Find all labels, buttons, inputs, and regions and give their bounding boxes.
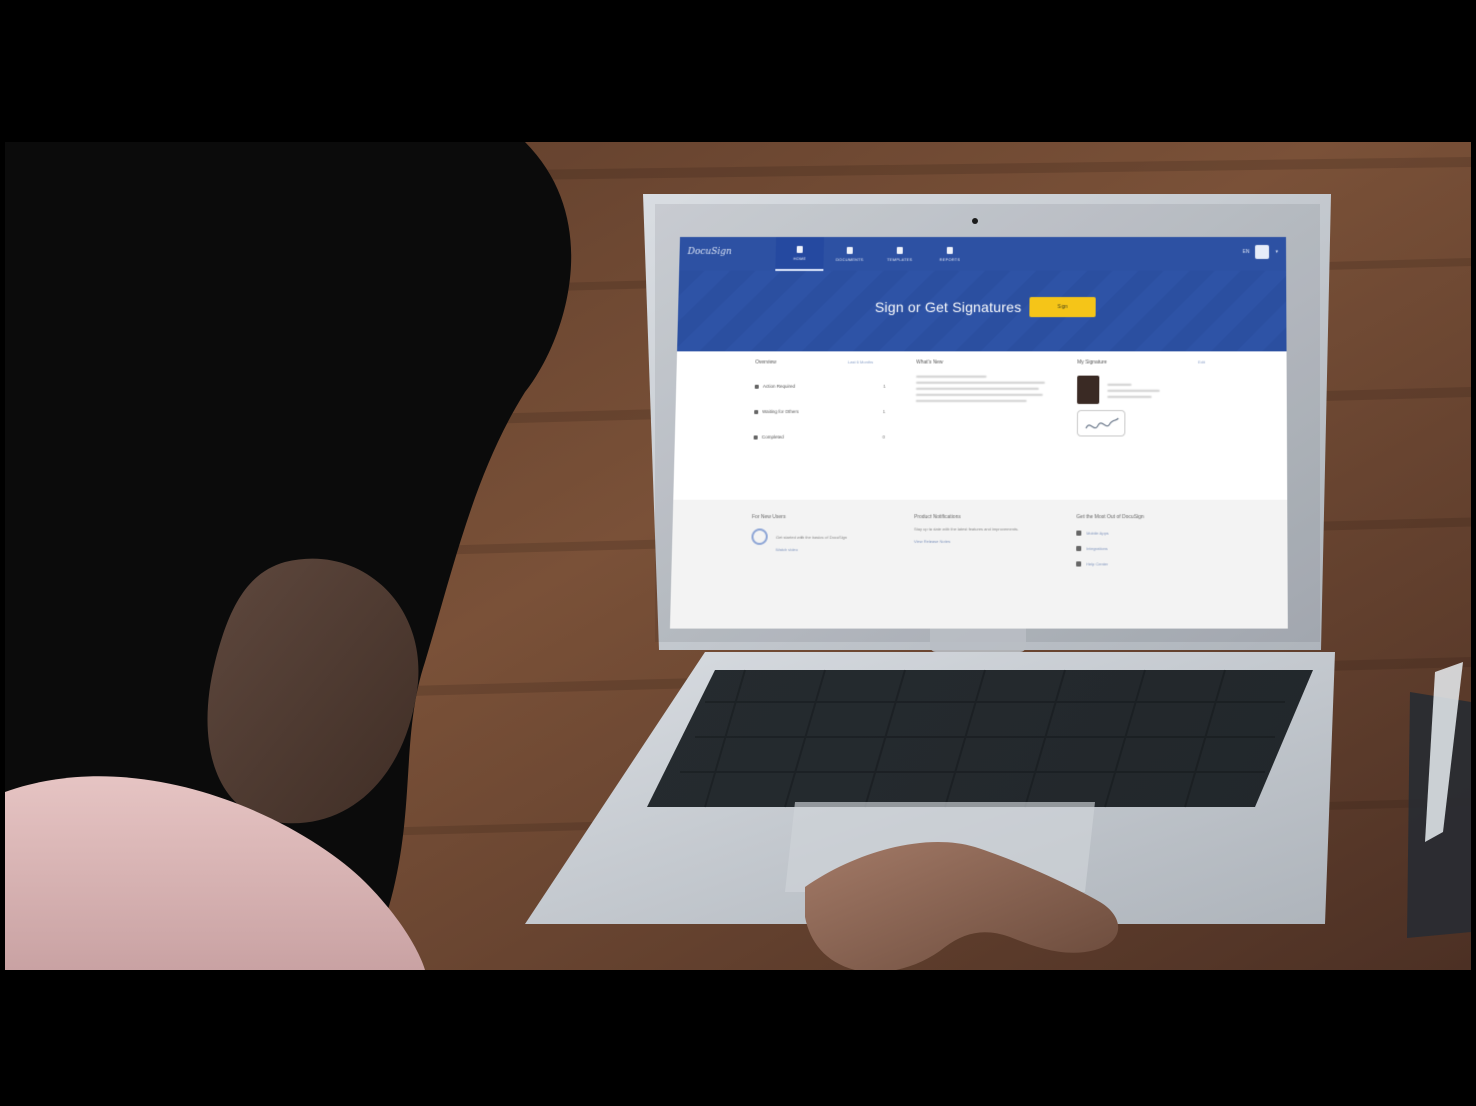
overview-row-label: Waiting for Others bbox=[762, 409, 799, 415]
whats-new-card: What's New bbox=[915, 359, 1052, 402]
footer-col-resources: Get the Most Out of DocuSign Mobile Apps… bbox=[1076, 514, 1145, 567]
overview-row-count: 1 bbox=[882, 409, 886, 415]
templates-icon bbox=[896, 246, 903, 254]
footer-col-new-users: For New Users Get started with the basic… bbox=[751, 514, 888, 552]
profile-detail-line bbox=[1107, 395, 1152, 398]
signature-edit-link[interactable]: Edit bbox=[1198, 359, 1205, 364]
brand-logo: DocuSign bbox=[687, 246, 732, 257]
nav-tab-home[interactable]: HOME bbox=[775, 237, 824, 271]
release-notes-link[interactable]: View Release Notes bbox=[914, 538, 1026, 543]
whats-new-line bbox=[915, 399, 1027, 402]
dashboard-footer: For New Users Get started with the basic… bbox=[669, 499, 1288, 629]
chevron-down-icon: ▾ bbox=[1275, 248, 1279, 255]
getting-started-icon bbox=[751, 528, 768, 545]
overview-row[interactable]: Completed 0 bbox=[753, 434, 885, 440]
hero-banner: Sign or Get Signatures Sign bbox=[677, 270, 1287, 352]
waiting-icon bbox=[754, 409, 759, 414]
footer-title: Product Notifications bbox=[914, 514, 961, 521]
overview-period-link[interactable]: Last 6 Months bbox=[848, 359, 873, 364]
footer-text: Stay up to date with the latest features… bbox=[913, 526, 1019, 532]
video-frame: DocuSign HOME DOCUMENTS TEMPLATES REPORT… bbox=[0, 0, 1476, 1106]
header-right: EN ▾ bbox=[1243, 244, 1279, 259]
nav-tab-documents[interactable]: DOCUMENTS bbox=[825, 237, 874, 271]
sign-button[interactable]: Sign bbox=[1029, 297, 1096, 318]
home-icon bbox=[796, 245, 803, 253]
footer-title: For New Users bbox=[751, 514, 786, 521]
reports-icon bbox=[946, 246, 953, 254]
overview-row-count: 1 bbox=[883, 383, 886, 389]
nav-tab-reports-label: REPORTS bbox=[939, 256, 961, 262]
nav-tab-reports[interactable]: REPORTS bbox=[926, 237, 974, 271]
signature-title: My Signature bbox=[1077, 359, 1107, 366]
laptop-screen: DocuSign HOME DOCUMENTS TEMPLATES REPORT… bbox=[669, 237, 1288, 629]
resource-link-label: Mobile Apps bbox=[1086, 530, 1109, 536]
profile-name-line bbox=[1107, 383, 1132, 386]
dashboard-main: Overview Last 6 Months Action Required 1… bbox=[673, 351, 1288, 500]
whats-new-line bbox=[915, 381, 1045, 384]
whats-new-line bbox=[916, 375, 987, 378]
overview-row-label: Completed bbox=[761, 434, 784, 440]
user-avatar-icon[interactable] bbox=[1255, 244, 1270, 259]
overview-row[interactable]: Action Required 1 bbox=[754, 383, 886, 389]
completed-icon bbox=[753, 434, 758, 440]
resource-link[interactable]: Mobile Apps bbox=[1076, 530, 1144, 536]
whats-new-line bbox=[915, 387, 1039, 390]
resource-link[interactable]: Integrations bbox=[1076, 545, 1144, 552]
integrations-icon bbox=[1076, 545, 1082, 552]
signature-preview[interactable] bbox=[1076, 410, 1127, 437]
nav-tab-documents-label: DOCUMENTS bbox=[835, 256, 864, 262]
laptop-camera bbox=[972, 218, 978, 224]
whats-new-line bbox=[915, 393, 1043, 396]
resource-link-label: Help Center bbox=[1086, 561, 1108, 567]
resource-link-label: Integrations bbox=[1086, 545, 1108, 552]
watch-video-link[interactable]: Watch video bbox=[776, 547, 888, 552]
profile-detail-line bbox=[1107, 389, 1160, 392]
whats-new-title: What's New bbox=[916, 359, 944, 366]
profile-photo bbox=[1077, 375, 1100, 404]
action-required-icon bbox=[754, 384, 759, 389]
language-selector[interactable]: EN bbox=[1243, 249, 1250, 255]
footer-text: Get started with the basics of DocuSign bbox=[775, 534, 847, 540]
overview-row[interactable]: Waiting for Others 1 bbox=[754, 409, 885, 414]
nav-tab-templates-label: TEMPLATES bbox=[886, 256, 913, 262]
mobile-icon bbox=[1076, 530, 1082, 536]
footer-col-product-notifications: Product Notifications Stay up to date wi… bbox=[914, 514, 1026, 543]
signature-profile bbox=[1077, 375, 1208, 404]
footer-new-users-row: Get started with the basics of DocuSign … bbox=[751, 528, 888, 552]
footer-new-users-text: Get started with the basics of DocuSign … bbox=[775, 528, 888, 552]
signature-card: My Signature Edit bbox=[1076, 359, 1208, 437]
footer-title: Get the Most Out of DocuSign bbox=[1076, 514, 1145, 521]
help-icon bbox=[1076, 561, 1082, 567]
signature-profile-lines bbox=[1107, 376, 1160, 404]
signature-scribble bbox=[1078, 411, 1127, 437]
nav-tab-templates[interactable]: TEMPLATES bbox=[875, 237, 924, 271]
hero-title: Sign or Get Signatures bbox=[874, 299, 1022, 316]
photo-scene: DocuSign HOME DOCUMENTS TEMPLATES REPORT… bbox=[5, 142, 1471, 970]
overview-row-count: 0 bbox=[882, 434, 885, 440]
documents-icon bbox=[846, 246, 853, 254]
nav-tab-home-label: HOME bbox=[793, 255, 807, 261]
app-header: DocuSign HOME DOCUMENTS TEMPLATES REPORT… bbox=[679, 237, 1287, 271]
overview-row-label: Action Required bbox=[762, 383, 796, 389]
resource-link[interactable]: Help Center bbox=[1076, 561, 1144, 567]
overview-card: Overview Last 6 Months Action Required 1… bbox=[753, 359, 887, 440]
